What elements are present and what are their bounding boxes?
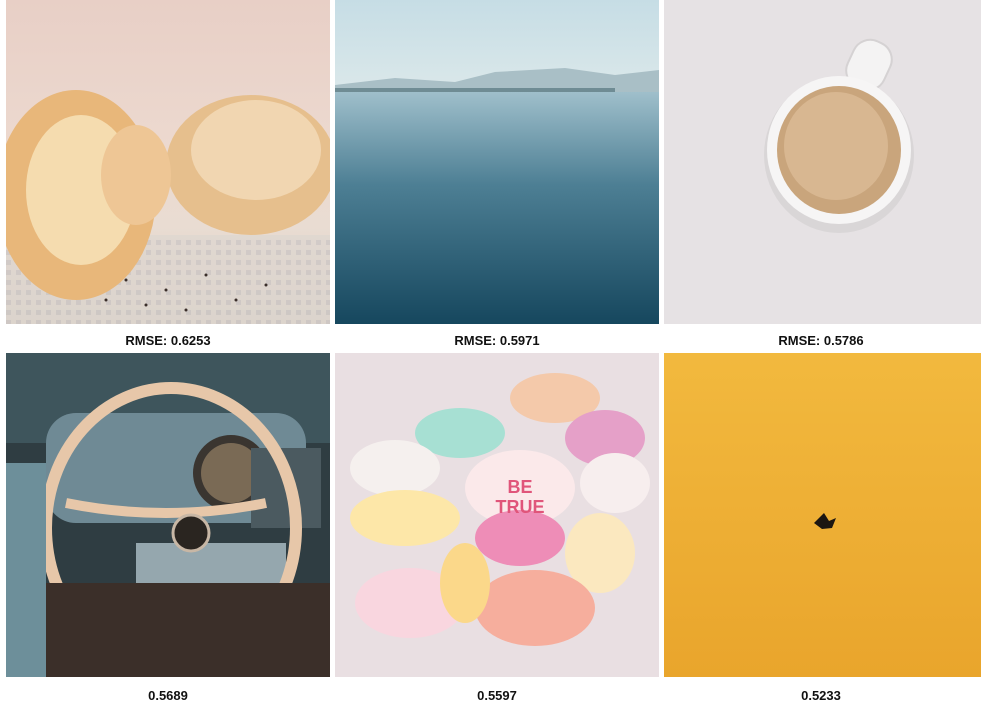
car-photo <box>6 353 330 677</box>
caption-1: RMSE: 0.6253 <box>125 333 211 348</box>
image-bread <box>6 0 330 324</box>
image-lake <box>335 0 659 324</box>
image-coffee-cup <box>664 0 981 324</box>
candy-photo: BE TRUE <box>335 353 659 677</box>
candy-text-line2: TRUE <box>496 497 545 517</box>
bird-photo <box>664 353 981 677</box>
caption-5: 0.5597 <box>477 688 517 703</box>
lake-photo <box>335 0 659 324</box>
image-car-steering-wheel <box>6 353 330 677</box>
caption-6: 0.5233 <box>801 688 841 703</box>
bread-photo <box>6 0 330 324</box>
caption-4: 0.5689 <box>148 688 188 703</box>
candy-text-line1: BE <box>507 477 532 497</box>
caption-2: RMSE: 0.5971 <box>454 333 540 348</box>
image-bird-in-sky <box>664 353 981 677</box>
coffee-photo <box>664 0 981 324</box>
image-candy-hearts: BE TRUE <box>335 353 659 677</box>
caption-3: RMSE: 0.5786 <box>778 333 864 348</box>
